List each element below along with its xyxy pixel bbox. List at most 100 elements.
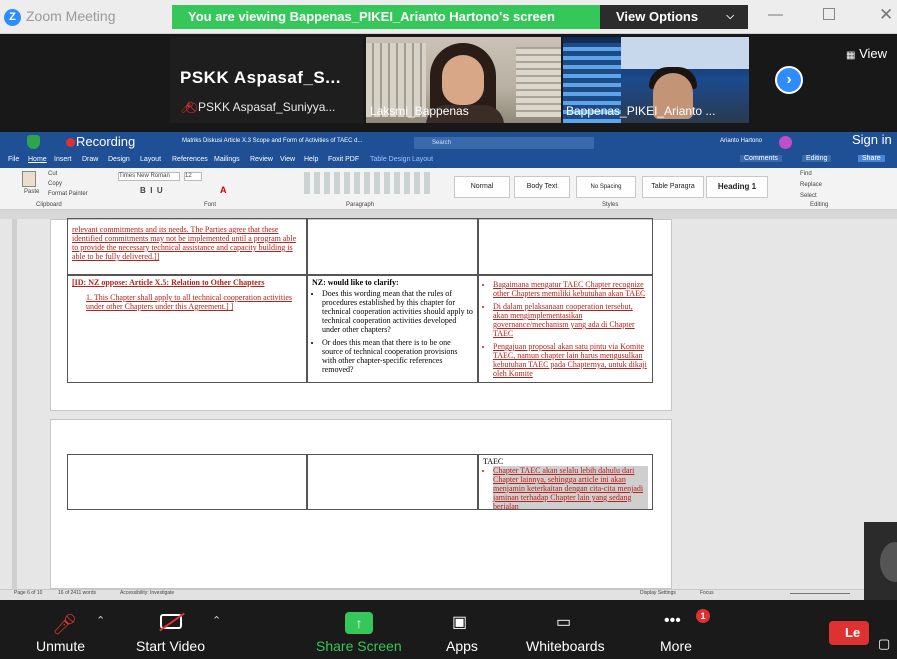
table-cell[interactable]: Bagaimana mengatur TAEC Chapter recogniz… [478,275,653,383]
page-count: Page 6 of 10 [14,590,43,596]
row-heading: [ID: NZ oppose: Article X.5: Relation to… [72,278,265,287]
share-screen-button[interactable]: Share Screen [316,638,402,654]
document-page: relevant commitments and its needs. The … [50,218,672,411]
style-body-text[interactable]: Body Text [514,176,570,198]
tab-file[interactable]: File [8,156,19,163]
start-video-button[interactable]: Start Video [136,638,205,654]
find-button[interactable]: Find [800,171,812,177]
comments-button[interactable]: Comments [740,155,782,162]
tab-references[interactable]: References [172,156,208,163]
focus-button[interactable]: Focus [700,590,714,596]
minimize-icon[interactable]: — [768,6,783,23]
video-off-icon[interactable] [159,612,185,635]
tab-mailings[interactable]: Mailings [214,156,240,163]
recording-dot-icon [66,138,75,147]
unmute-button[interactable]: Unmute [36,638,85,654]
table-cell[interactable]: [ID: NZ oppose: Article X.5: Relation to… [67,275,307,383]
table-cell[interactable] [67,454,307,510]
close-icon[interactable]: ✕ [879,5,893,25]
more-icon[interactable]: ••• [664,612,681,630]
view-options-button[interactable]: View Options ⌵ [600,5,748,29]
participant-name: Bappenas_PIKEI_Arianto ... [566,104,716,118]
leave-button[interactable]: Le [829,621,869,645]
paragraph-controls[interactable] [304,172,434,194]
style-heading-1[interactable]: Heading 1 [706,176,768,198]
word-count: 16 of 2411 words [58,590,96,596]
copy-button[interactable]: Copy [48,181,62,187]
apps-button[interactable]: Apps [446,638,478,654]
document-title: Matriks Diskusi Article X.3 Scope and Fo… [182,138,363,144]
replace-button[interactable]: Replace [800,182,822,188]
tab-foxit-pdf[interactable]: Foxit PDF [328,156,359,163]
vertical-ruler[interactable] [12,219,17,589]
table-cell[interactable]: TAEC Chapter TAEC akan selalu lebih dahu… [478,454,653,510]
word-user-name: Arianto Hartono [720,138,763,144]
more-button[interactable]: More [660,638,692,654]
viewing-banner: You are viewing Bappenas_PIKEI_Arianto H… [172,5,600,29]
list-item: Di dalam pelaksanaan cooperation tersebu… [493,302,648,338]
list-item: Pengajuan proposal akan satu pintu via K… [493,342,648,378]
accessibility-status[interactable]: Accessibility: Investigate [120,590,174,596]
whiteboard-icon[interactable]: ▭ [556,612,571,632]
next-participants-button[interactable]: › [775,66,803,94]
font-name-select[interactable]: Times New Roman [118,172,180,181]
sign-in-link[interactable]: Sign in [852,132,892,147]
tab-home[interactable]: Home [28,156,47,163]
chevron-up-icon[interactable]: ⌃ [96,614,105,627]
table-cell[interactable]: NZ: would like to clarify: Does this wor… [307,275,478,383]
select-button[interactable]: Select [800,193,817,199]
cut-button[interactable]: Cut [48,171,57,177]
chevron-up-icon[interactable]: ⌃ [212,614,221,627]
display-settings[interactable]: Display Settings [640,590,676,596]
paste-label[interactable]: Paste [24,189,39,195]
table-cell[interactable] [307,454,478,510]
share-button[interactable]: Share [858,155,885,162]
chat-icon[interactable]: ▢ [878,636,890,652]
font-color-icon[interactable]: A [220,185,227,195]
style-normal[interactable]: Normal [454,176,510,198]
font-group-label: Font [204,202,217,208]
table-cell[interactable] [307,218,478,275]
font-size-select[interactable]: 12 [184,172,202,181]
zoom-slider[interactable] [790,593,850,594]
tab-design[interactable]: Design [108,156,130,163]
style-table-paragraph[interactable]: Table Paragra [642,176,704,198]
tab-table-design[interactable]: Table Design [370,156,410,163]
nz-intro: NZ: would like to clarify: [312,278,399,287]
mic-muted-icon[interactable]: 🎤︎ [52,612,77,637]
table-cell[interactable]: relevant commitments and its needs. The … [67,218,307,275]
tab-layout[interactable]: Layout [140,156,161,163]
chevron-down-icon: ⌵ [726,11,734,22]
view-options-label: View Options [616,9,699,24]
page2-label: TAEC [483,457,504,466]
recording-label: Recording [76,134,136,149]
list-item: Does this wording mean that the rules of… [322,289,473,334]
style-no-spacing[interactable]: No Spacing [576,176,636,198]
table-cell[interactable] [478,218,653,275]
tab-review[interactable]: Review [250,156,273,163]
paste-icon[interactable] [22,171,36,187]
list-item: Or does this mean that there is to be on… [322,338,473,374]
list-item: Bagaimana mengatur TAEC Chapter recogniz… [493,280,648,298]
grid-icon: ▦ [846,50,856,61]
list-item: Chapter TAEC akan selalu lebih dahulu da… [493,466,648,509]
tab-draw[interactable]: Draw [82,156,98,163]
whiteboards-button[interactable]: Whiteboards [526,638,605,654]
bold-button[interactable]: B I U [140,186,163,195]
tab-insert[interactable]: Insert [54,156,72,163]
word-search-box[interactable]: Search [414,137,594,149]
zoom-logo-icon: Z [4,9,21,26]
apps-icon[interactable]: ▣ [452,612,467,632]
tab-view[interactable]: View [280,156,295,163]
view-button[interactable]: ▦ View [846,46,887,61]
tab-help[interactable]: Help [304,156,318,163]
maximize-icon[interactable] [823,8,835,20]
participant-name: Laksmi_Bappenas [370,104,469,118]
tab-table-layout[interactable]: Layout [412,156,433,163]
format-painter-button[interactable]: Format Painter [48,191,88,197]
styles-group-label: Styles [602,202,619,208]
editing-mode-button[interactable]: Editing [802,155,832,162]
participant-name: 🎤︎⃠ PSKK Aspasaf_Suniyya... [180,100,336,114]
share-screen-icon[interactable]: ↑ [345,612,373,634]
avatar[interactable] [779,136,792,149]
